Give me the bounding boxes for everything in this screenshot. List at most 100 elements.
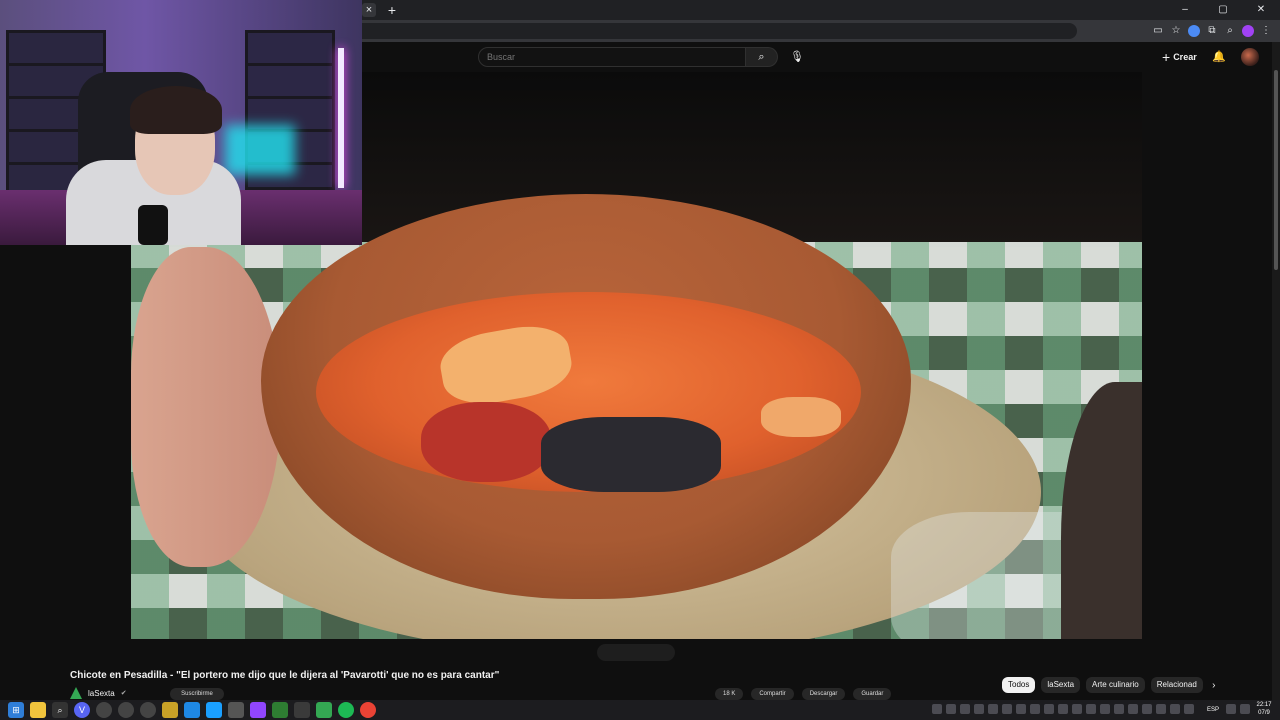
chorizo-piece bbox=[421, 402, 551, 482]
search-button[interactable]: ⌕ bbox=[746, 47, 778, 67]
tray-icon[interactable] bbox=[1100, 704, 1110, 714]
search-taskbar-icon[interactable]: ⌕ bbox=[52, 702, 68, 718]
save-button[interactable]: Guardar bbox=[853, 688, 892, 700]
channel-name[interactable]: laSexta bbox=[88, 689, 115, 698]
search-input[interactable] bbox=[478, 47, 746, 67]
clock-date: 07/9 bbox=[1258, 710, 1270, 716]
tray-icon[interactable] bbox=[1142, 704, 1152, 714]
browser-toolbar: ▭ ☆ ⧉ ⌕ ⋮ bbox=[362, 20, 1280, 42]
user-avatar[interactable] bbox=[1241, 48, 1259, 66]
chip-lasexta[interactable]: laSexta bbox=[1041, 677, 1081, 693]
extension-icons: ▭ ☆ ⧉ ⌕ ⋮ bbox=[1152, 23, 1272, 39]
tray-icon[interactable] bbox=[1170, 704, 1180, 714]
tab-close-button[interactable]: × bbox=[362, 3, 376, 17]
tray-icon[interactable] bbox=[1114, 704, 1124, 714]
language-indicator[interactable]: ESP bbox=[1207, 704, 1219, 716]
morcilla-piece bbox=[541, 417, 721, 492]
profile-icon[interactable] bbox=[1242, 25, 1254, 37]
puzzle-icon[interactable]: ⧉ bbox=[1206, 25, 1218, 37]
subscribe-button[interactable]: Suscribirme bbox=[170, 688, 224, 700]
start-icon[interactable]: ⊞ bbox=[8, 702, 24, 718]
tray-icon[interactable] bbox=[1044, 704, 1054, 714]
app-v-icon[interactable]: V bbox=[74, 702, 90, 718]
app-green-icon[interactable] bbox=[272, 702, 288, 718]
cast-icon[interactable]: ▭ bbox=[1152, 25, 1164, 37]
tripe-piece-right bbox=[761, 397, 841, 437]
spotify-icon[interactable] bbox=[338, 702, 354, 718]
taskbar: ⊞ ⌕ V ESP 22:17 07/9 bbox=[0, 700, 1280, 720]
extension-icon[interactable] bbox=[1188, 25, 1200, 37]
chip-relacionados[interactable]: Relacionad bbox=[1150, 677, 1203, 693]
bookmark-star-icon[interactable]: ☆ bbox=[1170, 25, 1182, 37]
neon-light bbox=[338, 48, 344, 188]
voice-search-icon[interactable]: 🎙 bbox=[790, 49, 804, 65]
app-disc-icon[interactable] bbox=[140, 702, 156, 718]
file-explorer-icon[interactable] bbox=[30, 702, 46, 718]
app-shield-icon[interactable] bbox=[228, 702, 244, 718]
tray-icon[interactable] bbox=[1128, 704, 1138, 714]
hand bbox=[131, 247, 281, 567]
twitch-icon[interactable] bbox=[250, 702, 266, 718]
tray-icon[interactable] bbox=[988, 704, 998, 714]
chrome-icon[interactable] bbox=[360, 702, 376, 718]
notifications-bell-icon[interactable]: 🔔 bbox=[1212, 49, 1226, 65]
facecam-overlay bbox=[0, 0, 362, 245]
chip-arte-culinario[interactable]: Arte culinario bbox=[1086, 677, 1145, 693]
steam-icon[interactable] bbox=[206, 702, 222, 718]
channel-logo-icon[interactable] bbox=[70, 687, 82, 699]
tray-icon[interactable] bbox=[1016, 704, 1026, 714]
microphone bbox=[138, 205, 168, 245]
taskbar-apps: ⊞ ⌕ V bbox=[8, 702, 376, 718]
share-button[interactable]: Compartir bbox=[751, 688, 794, 700]
new-tab-button[interactable]: + bbox=[384, 2, 400, 18]
window-controls: – ▢ ✕ bbox=[1166, 0, 1280, 20]
tray-icon[interactable] bbox=[1058, 704, 1068, 714]
plus-icon: + bbox=[1162, 49, 1171, 65]
app-blue-icon[interactable] bbox=[184, 702, 200, 718]
close-window-button[interactable]: ✕ bbox=[1242, 0, 1280, 20]
tray-icon[interactable] bbox=[932, 704, 942, 714]
system-icons bbox=[1226, 704, 1250, 714]
app-arrow-icon[interactable] bbox=[118, 702, 134, 718]
video-actions: 18 K Compartir Descargar Guardar bbox=[715, 688, 892, 700]
app-g-icon[interactable] bbox=[316, 702, 332, 718]
chevron-right-icon[interactable]: › bbox=[1209, 680, 1219, 691]
screen: × + – ▢ ✕ ▭ ☆ ⧉ ⌕ ⋮ ⌕ 🎙 + Crear 🔔 bbox=[0, 0, 1280, 720]
streamer-hair bbox=[130, 86, 222, 134]
search-icon: ⌕ bbox=[758, 51, 765, 63]
system-tray bbox=[932, 704, 1194, 714]
volume-icon[interactable] bbox=[1240, 704, 1250, 714]
like-button[interactable]: 18 K bbox=[715, 688, 744, 700]
wifi-icon[interactable] bbox=[1226, 704, 1236, 714]
related-chips: Todos laSexta Arte culinario Relacionad … bbox=[1002, 677, 1219, 693]
tray-icon[interactable] bbox=[1072, 704, 1082, 714]
tray-icon[interactable] bbox=[1184, 704, 1194, 714]
create-button[interactable]: + Crear bbox=[1162, 47, 1197, 67]
tray-icon[interactable] bbox=[1030, 704, 1040, 714]
player-controls-hint[interactable] bbox=[597, 644, 675, 661]
scrollbar-thumb[interactable] bbox=[1274, 70, 1278, 270]
youtube-masthead: ⌕ 🎙 + Crear 🔔 bbox=[362, 42, 1280, 72]
app-circle-icon[interactable] bbox=[96, 702, 112, 718]
minimize-button[interactable]: – bbox=[1166, 0, 1204, 20]
tray-icon[interactable] bbox=[1002, 704, 1012, 714]
create-label: Crear bbox=[1173, 52, 1197, 62]
verified-icon: ✔ bbox=[120, 690, 127, 697]
tab-search-icon[interactable]: ⌕ bbox=[1224, 25, 1236, 37]
tray-icon[interactable] bbox=[960, 704, 970, 714]
cyan-light bbox=[225, 125, 295, 175]
clock[interactable]: 22:17 07/9 bbox=[1253, 701, 1275, 717]
tray-icon[interactable] bbox=[1156, 704, 1166, 714]
tray-icon[interactable] bbox=[1086, 704, 1096, 714]
menu-icon[interactable]: ⋮ bbox=[1260, 25, 1272, 37]
maximize-button[interactable]: ▢ bbox=[1204, 0, 1242, 20]
address-bar[interactable] bbox=[362, 23, 1077, 39]
chip-todos[interactable]: Todos bbox=[1002, 677, 1036, 693]
download-button[interactable]: Descargar bbox=[801, 688, 846, 700]
clock-time: 22:17 bbox=[1256, 702, 1272, 708]
tray-icon[interactable] bbox=[974, 704, 984, 714]
app-gold-icon[interactable] bbox=[162, 702, 178, 718]
tray-icon[interactable] bbox=[946, 704, 956, 714]
video-title: Chicote en Pesadilla - "El portero me di… bbox=[70, 670, 500, 681]
app-c-icon[interactable] bbox=[294, 702, 310, 718]
